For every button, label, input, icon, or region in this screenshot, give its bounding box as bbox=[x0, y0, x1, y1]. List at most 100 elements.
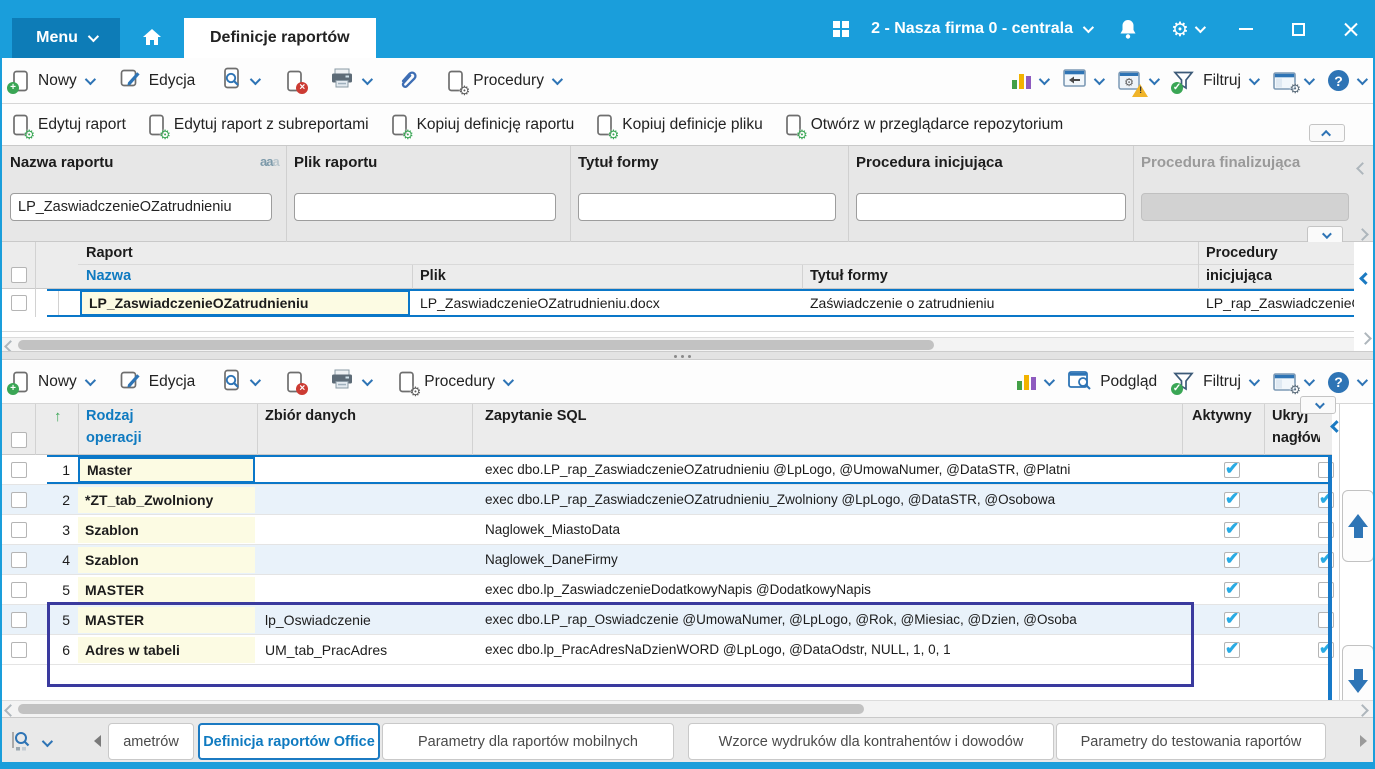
cell-zapytanie-sql[interactable]: exec dbo.LP_rap_Oswiadczenie @UmowaNumer… bbox=[485, 612, 1182, 627]
collapse-panel-button[interactable] bbox=[1309, 124, 1345, 142]
column-header-tytul-formy[interactable]: Tytuł formy bbox=[810, 268, 888, 284]
menu-button[interactable]: Menu bbox=[12, 18, 120, 58]
search-operation-button[interactable] bbox=[221, 369, 262, 396]
filter-button[interactable]: ✓ Filtruj bbox=[1171, 71, 1261, 94]
aktywny-checkbox[interactable] bbox=[1224, 609, 1240, 629]
header-select-all-checkbox[interactable] bbox=[11, 432, 27, 448]
table-row[interactable]: LP_ZaswiadczenieOZatrudnieniu LP_Zaswiad… bbox=[2, 289, 1354, 317]
bottom-tab-3[interactable]: Wzorce wydruków dla kontrahentów i dowod… bbox=[688, 723, 1054, 760]
row-checkbox[interactable] bbox=[11, 642, 27, 658]
column-header-sql[interactable]: Zapytanie SQL bbox=[485, 408, 587, 424]
new-operation-button[interactable]: + Nowy bbox=[7, 371, 96, 395]
next-column-icon[interactable] bbox=[1359, 332, 1372, 345]
filter-operations-button[interactable]: ✓ Filtruj bbox=[1171, 372, 1261, 395]
help-button[interactable]: ? bbox=[1328, 371, 1369, 393]
row-checkbox[interactable] bbox=[11, 582, 27, 598]
bottom-tab-1[interactable]: Definicja raportów Office bbox=[198, 723, 380, 760]
filter-input-1[interactable] bbox=[294, 193, 556, 221]
row-checkbox[interactable] bbox=[11, 462, 27, 478]
report-action-button-3[interactable]: ⚙ Kopiuj definicje pliku bbox=[594, 114, 763, 141]
cell-zapytanie-sql[interactable]: Naglowek_MiastoData bbox=[485, 522, 1182, 537]
maximize-button[interactable] bbox=[1283, 14, 1313, 44]
scrollbar-thumb[interactable] bbox=[18, 704, 864, 714]
company-selector[interactable]: 2 - Nasza firma 0 - centrala bbox=[871, 20, 1095, 38]
cell-rodzaj-operacji[interactable]: Master bbox=[78, 457, 255, 483]
horizontal-scrollbar[interactable] bbox=[2, 700, 1373, 717]
delete-button[interactable]: × bbox=[284, 70, 309, 94]
prev-column-icon[interactable] bbox=[1359, 272, 1372, 285]
aktywny-checkbox[interactable] bbox=[1224, 579, 1240, 599]
scrollbar-thumb[interactable] bbox=[18, 340, 934, 350]
horizontal-scrollbar[interactable] bbox=[2, 337, 1354, 353]
help-button[interactable]: ? bbox=[1328, 70, 1369, 91]
attachment-button[interactable] bbox=[396, 67, 419, 95]
locator-button[interactable] bbox=[10, 729, 54, 757]
cell-rodzaj-operacji[interactable]: *ZT_tab_Zwolniony bbox=[78, 487, 255, 513]
column-header-nazwa[interactable]: Nazwa bbox=[86, 268, 131, 284]
row-checkbox[interactable] bbox=[11, 295, 27, 311]
row-checkbox[interactable] bbox=[11, 522, 27, 538]
row-checkbox[interactable] bbox=[11, 552, 27, 568]
header-select-all-checkbox[interactable] bbox=[11, 267, 27, 283]
column-header-aktywny[interactable]: Aktywny bbox=[1192, 408, 1252, 424]
cell-zbior-danych[interactable]: lp_Oswiadczenie bbox=[265, 612, 465, 628]
cell-zapytanie-sql[interactable]: exec dbo.LP_rap_ZaswiadczenieOZatrudnien… bbox=[485, 462, 1182, 477]
prev-column-icon[interactable] bbox=[1330, 420, 1343, 433]
chart-button[interactable] bbox=[1017, 374, 1056, 390]
aktywny-checkbox[interactable] bbox=[1224, 639, 1240, 659]
row-checkbox[interactable] bbox=[11, 492, 27, 508]
cell-rodzaj-operacji[interactable]: MASTER bbox=[78, 577, 255, 603]
print-button[interactable] bbox=[330, 68, 374, 94]
operation-row[interactable]: 2 *ZT_tab_Zwolniony exec dbo.LP_rap_Zaswia… bbox=[2, 485, 1334, 515]
operation-row[interactable]: 4 Szablon Naglowek_DaneFirmy bbox=[2, 545, 1334, 575]
row-checkbox[interactable] bbox=[11, 612, 27, 628]
search-button[interactable] bbox=[221, 67, 262, 94]
procedures-button[interactable]: ⚙ Procedury bbox=[445, 70, 564, 97]
bottom-tab-4[interactable]: Parametry do testowania raportów bbox=[1056, 723, 1326, 760]
settings-button[interactable]: ⚙ bbox=[1165, 14, 1209, 44]
close-button[interactable] bbox=[1335, 14, 1365, 44]
new-button[interactable]: + Nowy bbox=[7, 70, 96, 94]
report-action-button-1[interactable]: ⚙ Edytuj raport z subreportami bbox=[146, 114, 369, 141]
bottom-tab-0[interactable]: ametrów bbox=[108, 723, 194, 760]
cell-tytul[interactable]: Zaświadczenie o zatrudnieniu bbox=[810, 295, 1194, 311]
operation-row[interactable]: 1 Master exec dbo.LP_rap_ZaswiadczenieOZat… bbox=[2, 455, 1334, 485]
scroll-right-icon[interactable] bbox=[1356, 704, 1369, 717]
delete-operation-button[interactable]: × bbox=[284, 371, 309, 395]
column-header-rodzaj[interactable]: Rodzaj bbox=[86, 408, 134, 424]
report-action-button-4[interactable]: ⚙ Otwórz w przeglądarce repozytorium bbox=[783, 114, 1063, 141]
cell-zapytanie-sql[interactable]: exec dbo.lp_ZaswiadczenieDodatkowyNapis … bbox=[485, 582, 1182, 597]
splitter-handle[interactable] bbox=[2, 351, 1373, 360]
layout-settings-button[interactable]: ⚙ bbox=[1273, 373, 1316, 396]
report-action-button-0[interactable]: ⚙ Edytuj raport bbox=[10, 114, 126, 141]
document-tab[interactable]: Definicje raportów bbox=[184, 18, 376, 58]
minimize-button[interactable] bbox=[1231, 14, 1261, 44]
edit-operation-button[interactable]: Edycja bbox=[119, 369, 195, 396]
move-row-up-button[interactable] bbox=[1342, 490, 1374, 562]
chart-button[interactable] bbox=[1012, 73, 1051, 89]
cell-rodzaj-operacji[interactable]: Szablon bbox=[78, 547, 255, 573]
cell-zapytanie-sql[interactable]: exec dbo.LP_rap_ZaswiadczenieOZatrudnien… bbox=[485, 492, 1182, 507]
column-header-plik[interactable]: Plik bbox=[420, 268, 446, 284]
print-operation-button[interactable] bbox=[330, 369, 374, 395]
home-button[interactable] bbox=[120, 18, 184, 58]
operation-row[interactable]: 6 Adres w tabeli UM_tab_PracAdres exec dbo.… bbox=[2, 635, 1334, 665]
tabs-scroll-right-icon[interactable] bbox=[1360, 735, 1367, 747]
tabs-scroll-left-icon[interactable] bbox=[94, 735, 101, 747]
operation-row[interactable]: 5 MASTER lp_Oswiadczenie exec dbo.LP_rap_Os… bbox=[2, 605, 1334, 635]
procedures-operation-button[interactable]: ⚙ Procedury bbox=[396, 371, 515, 398]
column-header-zbior[interactable]: Zbiór danych bbox=[265, 408, 356, 424]
edit-button[interactable]: Edycja bbox=[119, 67, 195, 94]
cell-procedura[interactable]: LP_rap_ZaswiadczenieO bbox=[1206, 295, 1354, 311]
layout-settings-button[interactable]: ⚙ bbox=[1273, 71, 1316, 95]
notifications-button[interactable] bbox=[1113, 14, 1143, 44]
bottom-tab-2[interactable]: Parametry dla raportów mobilnych bbox=[382, 723, 674, 760]
cell-nazwa[interactable]: LP_ZaswiadczenieOZatrudnieniu bbox=[80, 290, 410, 316]
report-action-button-2[interactable]: ⚙ Kopiuj definicję raportu bbox=[389, 114, 574, 141]
scroll-left-icon[interactable] bbox=[4, 704, 17, 717]
collapse-lower-panel-button[interactable] bbox=[1300, 396, 1336, 414]
aktywny-checkbox[interactable] bbox=[1224, 459, 1240, 479]
aktywny-checkbox[interactable] bbox=[1224, 549, 1240, 569]
sort-ascending-icon[interactable]: ↑ bbox=[54, 408, 62, 425]
filter-input-2[interactable] bbox=[578, 193, 836, 221]
